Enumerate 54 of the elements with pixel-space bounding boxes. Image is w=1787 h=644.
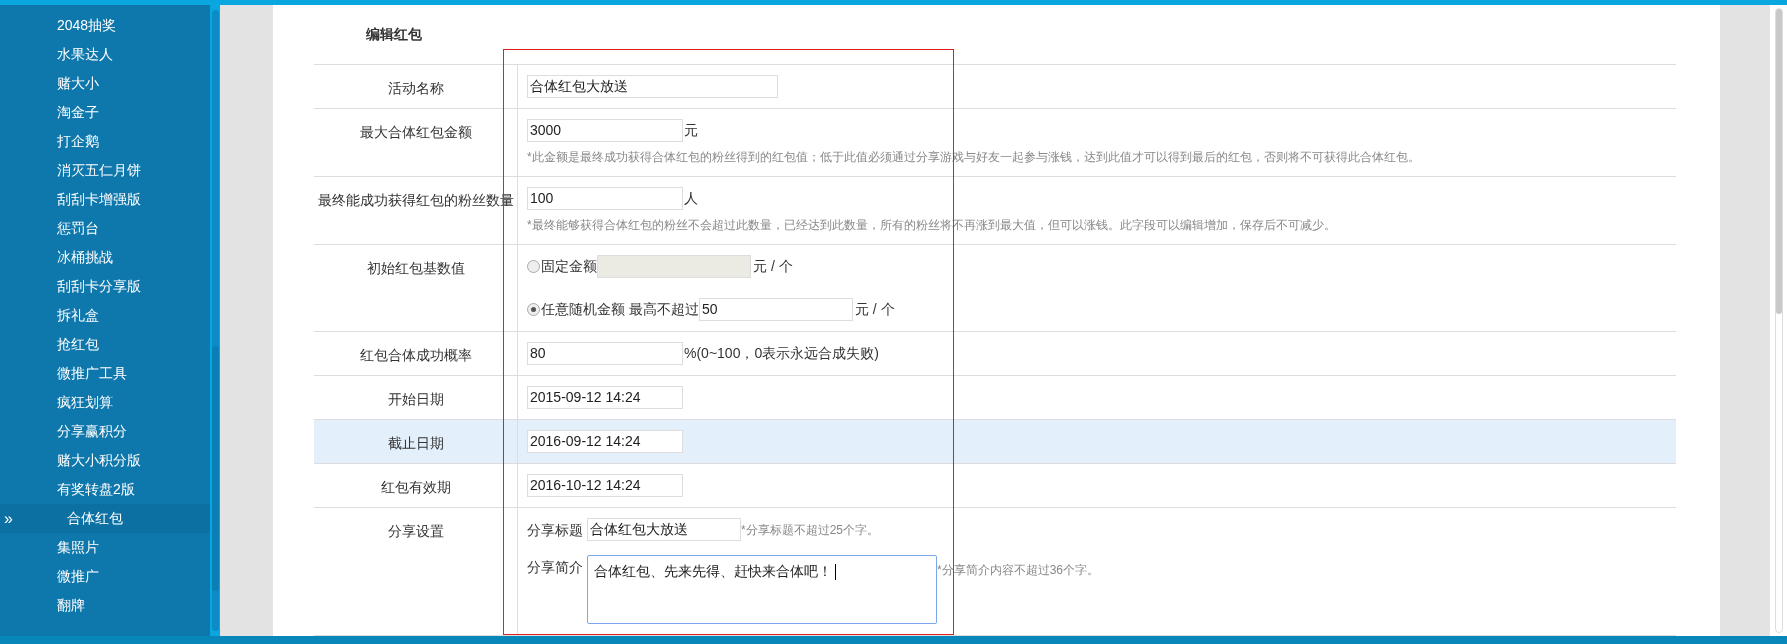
unit-label: 元 / 个 (753, 257, 793, 276)
text-field[interactable]: 2016-10-12 14:24 (527, 474, 683, 497)
sidebar-item[interactable]: 冰桶挑战 (57, 247, 113, 268)
sidebar-item[interactable]: 赌大小积分版 (57, 450, 141, 471)
sidebar-item[interactable]: 疯狂划算 (57, 392, 113, 413)
unit-label: %(0~100，0表示永远合成失败) (684, 344, 879, 363)
sidebar-item[interactable]: 淘金子 (57, 102, 99, 123)
sidebar-scrollbar[interactable] (210, 5, 220, 636)
sidebar-item[interactable]: 微推广工具 (57, 363, 127, 384)
text-field[interactable]: 合体红包大放送 (587, 518, 741, 541)
field-label: 活动名称 (387, 79, 444, 98)
field-label: 分享设置 (387, 522, 444, 541)
unit-label: 人 (684, 189, 698, 208)
field-label: 分享简介 (527, 558, 583, 577)
sidebar-item[interactable]: 水果达人 (57, 44, 113, 65)
text-field[interactable]: 80 (527, 342, 683, 365)
field-label: 截止日期 (387, 434, 444, 453)
sidebar-item[interactable]: 有奖转盘2版 (57, 479, 135, 500)
unit-label: 元 / 个 (854, 300, 895, 319)
hint-text: *分享标题不超过25个字。 (741, 522, 880, 539)
radio-button[interactable] (527, 303, 540, 316)
sidebar-item[interactable]: 赌大小 (57, 73, 99, 94)
sidebar-item[interactable]: 消灭五仁月饼 (57, 160, 141, 181)
sidebar-item[interactable]: 刮刮卡分享版 (57, 276, 141, 297)
sidebar-item[interactable]: 拆礼盒 (57, 305, 99, 326)
sidebar-item[interactable]: 刮刮卡增强版 (57, 189, 141, 210)
field-label: 初始红包基数值 (366, 259, 465, 278)
field-label: 红包有效期 (380, 478, 451, 497)
sidebar-item[interactable]: 微推广 (57, 566, 99, 587)
field-label: 开始日期 (387, 390, 444, 409)
radio-label: 任意随机金额 最高不超过 (541, 300, 699, 319)
sidebar-item[interactable]: 分享赢积分 (57, 421, 127, 442)
current-marker: » (4, 510, 13, 527)
sidebar-item[interactable]: 打企鹅 (57, 131, 99, 152)
field-label: 红包合体成功概率 (359, 346, 472, 365)
sidebar-item[interactable]: 集照片 (57, 537, 99, 558)
sidebar-item[interactable]: 合体红包 (67, 508, 123, 529)
field-label: 分享标题 (527, 521, 583, 540)
amount-field[interactable]: 50 (698, 298, 853, 321)
radio-label: 固定金额 (541, 257, 597, 276)
text-field[interactable]: 合体红包大放送 (527, 75, 778, 98)
text-field[interactable]: 2016-09-12 14:24 (527, 430, 683, 453)
sidebar-item[interactable]: 2048抽奖 (57, 15, 117, 36)
unit-label: 元 (684, 121, 698, 140)
sidebar-item[interactable]: 惩罚台 (57, 218, 99, 239)
text-field[interactable]: 3000 (527, 119, 683, 142)
sidebar-item[interactable]: 抢红包 (57, 334, 99, 355)
sidebar-item[interactable]: 翻牌 (57, 595, 85, 616)
field-label: 最大合体红包金额 (359, 123, 472, 142)
page-scrollbar[interactable] (1770, 5, 1787, 636)
text-field[interactable]: 2015-09-12 14:24 (527, 386, 683, 409)
text-field[interactable]: 100 (527, 187, 683, 210)
textarea-field[interactable]: 合体红包、先来先得、赶快来合体吧！ (587, 555, 937, 624)
form-title: 编辑红包 (366, 25, 422, 44)
